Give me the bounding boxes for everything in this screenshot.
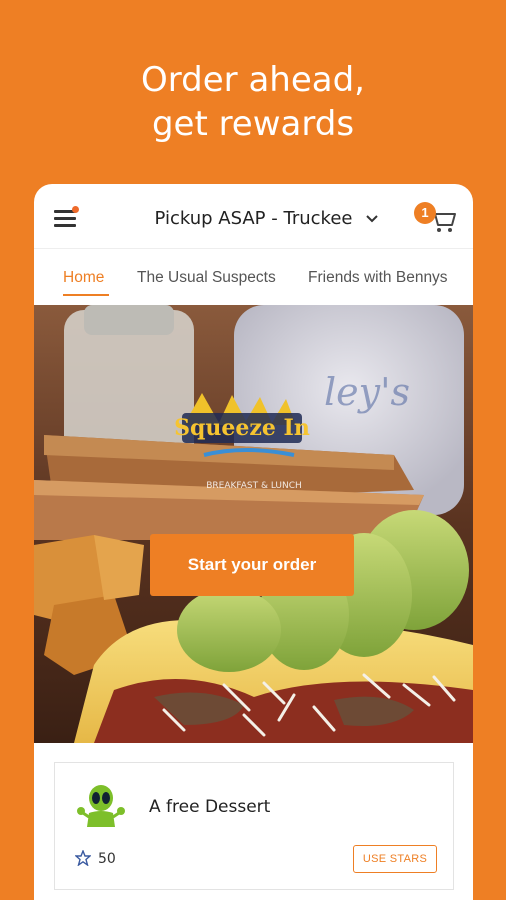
star-cost: 50 <box>98 851 116 867</box>
tab-friends-with-bennys[interactable]: Friends with Bennys <box>308 269 448 287</box>
top-bar: Pickup ASAP - Truckee 1 <box>34 184 473 248</box>
start-order-button[interactable]: Start your order <box>150 534 354 596</box>
use-stars-button[interactable]: USE STARS <box>353 845 437 873</box>
cart-count-badge: 1 <box>414 202 436 224</box>
tab-home[interactable]: Home <box>63 269 104 287</box>
app-screen: Pickup ASAP - Truckee 1 Home The Usual S… <box>34 184 473 900</box>
logo-subtitle: BREAKFAST & LUNCH <box>206 481 302 491</box>
category-tabs: Home The Usual Suspects Friends with Ben… <box>34 248 473 304</box>
svg-text:ley's: ley's <box>324 370 410 414</box>
logo-text: Squeeze In <box>174 415 310 441</box>
alien-icon <box>77 785 125 827</box>
hero-image: ley's Squeeze In BREAKFAST & LUNCH Start… <box>34 305 473 743</box>
reward-card: A free Dessert 50 USE STARS <box>54 762 454 890</box>
active-tab-indicator <box>63 294 109 296</box>
tab-the-usual-suspects[interactable]: The Usual Suspects <box>137 269 276 287</box>
star-icon <box>75 850 91 866</box>
headline-line-1: Order ahead, <box>141 60 365 100</box>
chevron-down-icon[interactable] <box>366 214 378 224</box>
headline-line-2: get rewards <box>151 104 355 144</box>
pickup-location[interactable]: Pickup ASAP - Truckee <box>34 208 473 229</box>
headline: Order ahead, get rewards <box>0 58 506 146</box>
reward-title: A free Dessert <box>149 797 271 817</box>
food-photo: ley's Squeeze In BREAKFAST & LUNCH <box>34 305 473 743</box>
